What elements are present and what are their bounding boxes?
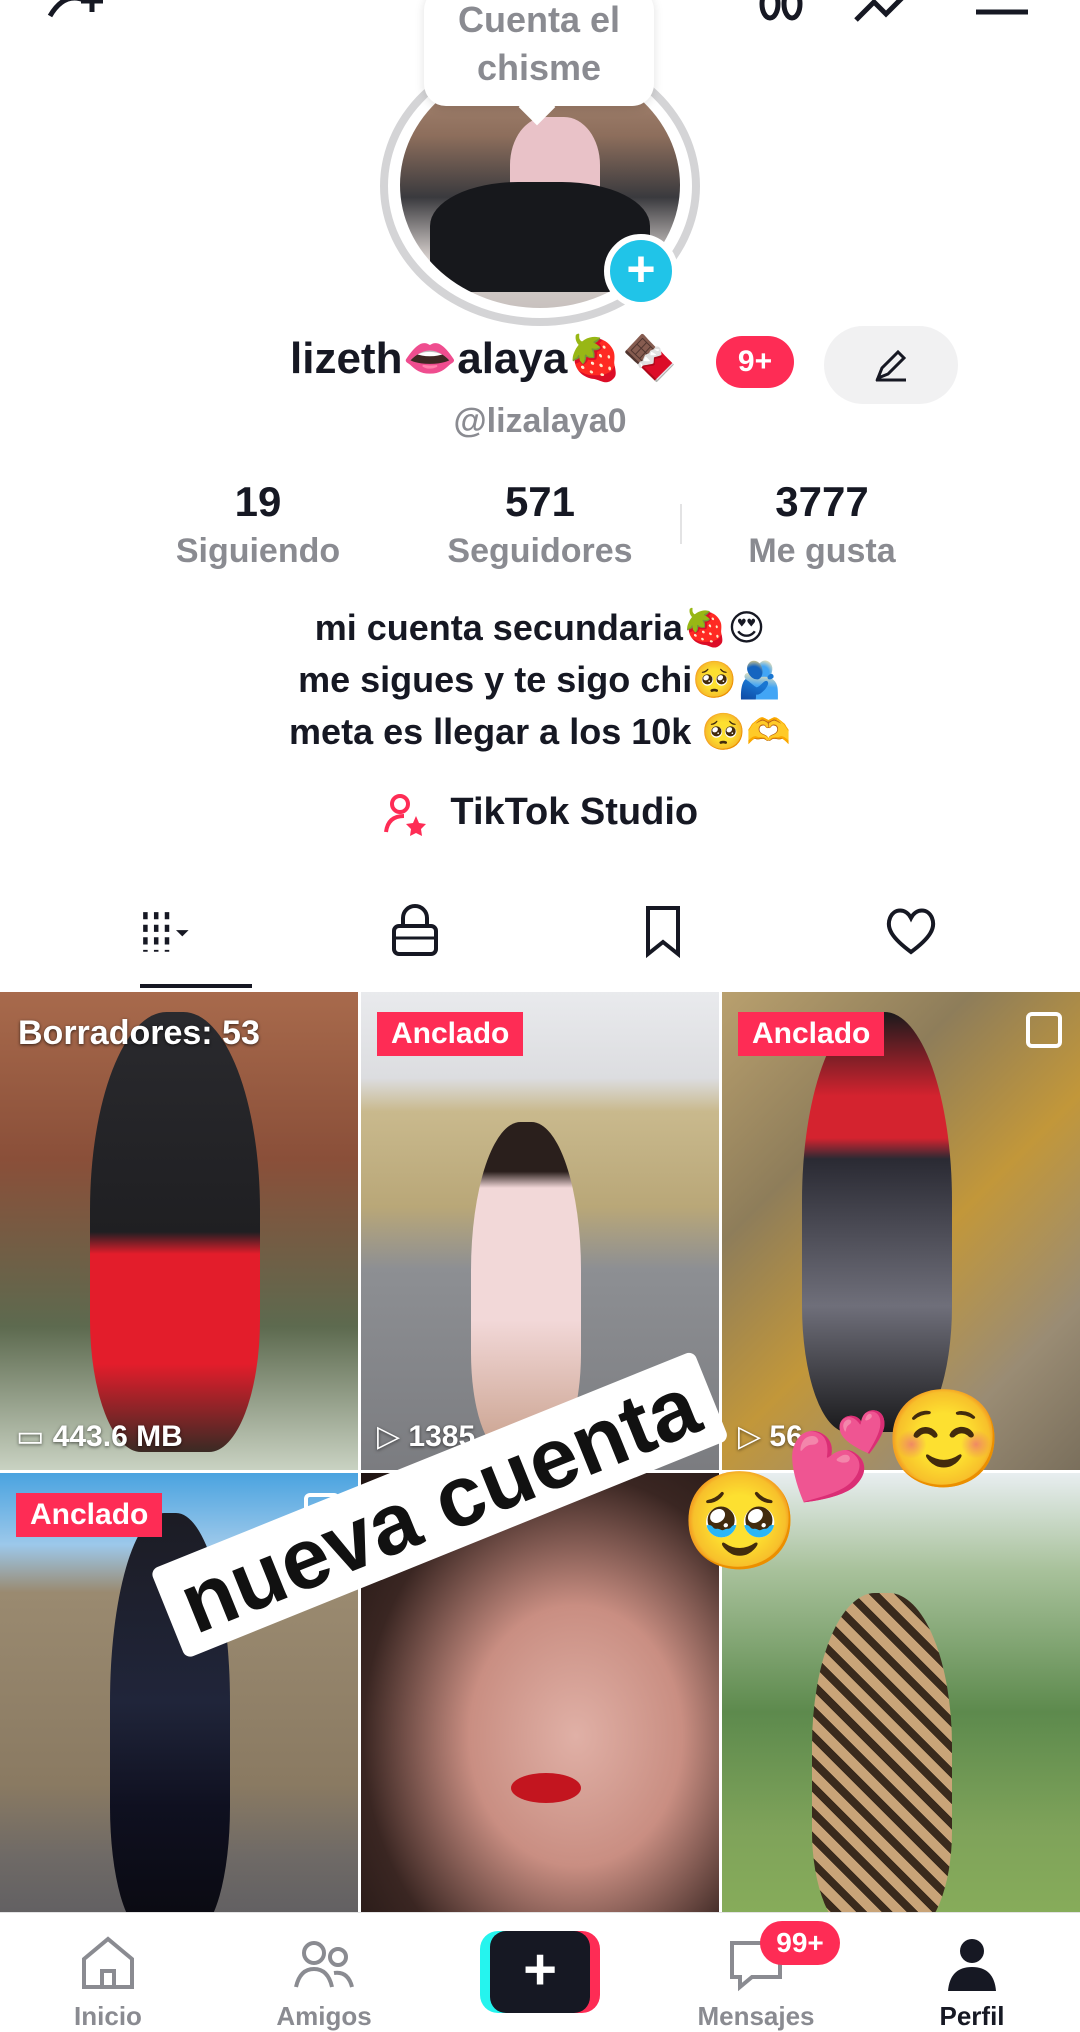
tab-active-indicator — [140, 984, 252, 988]
lock-icon — [392, 904, 438, 956]
create-button[interactable]: + — [480, 1931, 600, 2013]
home-icon — [82, 1936, 134, 1989]
nav-friends-label: Amigos — [276, 2001, 372, 2031]
bookmark-icon — [646, 906, 680, 959]
nav-inbox[interactable]: 99+ Mensajes — [648, 1913, 864, 2032]
inbox-badge: 99+ — [760, 1921, 840, 1965]
nav-friends[interactable]: Amigos — [216, 1913, 432, 2032]
status-bubble[interactable]: Cuenta el chisme — [424, 0, 654, 106]
bio-line: meta es llegar a los 10k 🥺🫶 — [289, 711, 791, 752]
stat-following-value: 19 — [234, 478, 282, 525]
stat-following[interactable]: 19 Siguiendo — [118, 478, 398, 571]
hearts-sticker: 💕 — [786, 1409, 891, 1503]
video-size: ▭ 443.6 MB — [16, 1420, 183, 1453]
edit-profile-button[interactable] — [824, 326, 958, 404]
thumbnail-lips — [511, 1773, 581, 1803]
analytics-icon[interactable] — [852, 0, 916, 26]
play-icon: ▷ — [377, 1420, 409, 1453]
bio-line: me sigues y te sigo chi🥺🫂 — [298, 659, 782, 700]
stat-likes-label: Me gusta — [748, 532, 896, 570]
pinned-tag: Anclado — [16, 1493, 163, 1537]
nav-profile-label: Perfil — [939, 2001, 1005, 2031]
nav-home[interactable]: Inicio — [0, 1913, 216, 2032]
name-row: lizeth👄alaya🍓🍫 9+ — [0, 326, 1080, 404]
storage-icon: ▭ — [16, 1420, 53, 1453]
thumbnail-person — [802, 1012, 952, 1432]
profile-icon — [948, 1939, 996, 1991]
pleading-face-sticker: 🥹 — [680, 1468, 800, 1575]
username: @lizalaya0 — [453, 402, 627, 440]
drafts-label: Borradores: 53 — [18, 1014, 260, 1052]
bio: mi cuenta secundaria🍓😍 me sigues y te si… — [0, 602, 1080, 758]
content-tabs — [0, 890, 1080, 990]
notifications-badge[interactable]: 9+ — [716, 336, 794, 388]
thumbnail-person — [90, 1012, 260, 1452]
smiling-face-sticker: ☺️ — [884, 1386, 1004, 1493]
tab-saved[interactable] — [526, 890, 796, 990]
stat-likes[interactable]: 3777 Me gusta — [682, 478, 962, 571]
pencil-icon — [875, 349, 907, 382]
tab-liked[interactable] — [774, 890, 1044, 990]
video-thumbnail-drafts[interactable]: Borradores: 53 ▭ 443.6 MB — [0, 992, 358, 1470]
nav-home-label: Inicio — [74, 2001, 142, 2031]
heart-icon — [886, 908, 936, 955]
menu-icon[interactable] — [970, 0, 1034, 26]
nav-inbox-label: Mensajes — [697, 2001, 815, 2031]
stat-likes-value: 3777 — [775, 478, 869, 525]
multi-photo-icon — [1026, 1012, 1062, 1048]
tab-videos[interactable] — [30, 890, 300, 990]
studio-icon — [383, 794, 426, 836]
bottom-nav: Inicio Amigos + 99+ Mensajes Perfil — [0, 1912, 1080, 2032]
footprints-icon[interactable] — [750, 0, 814, 26]
studio-label: TikTok Studio — [450, 791, 699, 834]
display-name: lizeth👄alaya🍓🍫 — [290, 334, 677, 383]
status-bubble-text: Cuenta el chisme — [457, 0, 621, 88]
stat-followers-label: Seguidores — [447, 532, 633, 570]
friends-icon — [294, 1941, 354, 1988]
tab-private[interactable] — [278, 890, 548, 990]
add-story-button[interactable]: + — [604, 234, 678, 308]
play-icon: ▷ — [738, 1420, 770, 1453]
stat-following-label: Siguiendo — [175, 532, 341, 570]
nav-profile[interactable]: Perfil — [864, 1913, 1080, 2032]
plus-icon: + — [490, 1931, 590, 2013]
thumbnail-person — [812, 1593, 952, 1933]
stat-followers[interactable]: 571 Seguidores — [400, 478, 680, 571]
add-friend-icon[interactable] — [44, 0, 108, 26]
tiktok-studio-link[interactable]: TikTok Studio — [0, 790, 1080, 850]
bio-line: mi cuenta secundaria🍓😍 — [314, 607, 766, 648]
grid-dropdown-icon — [143, 912, 189, 952]
pinned-tag: Anclado — [738, 1012, 885, 1056]
pinned-tag: Anclado — [377, 1012, 524, 1056]
stat-followers-value: 571 — [504, 478, 576, 525]
